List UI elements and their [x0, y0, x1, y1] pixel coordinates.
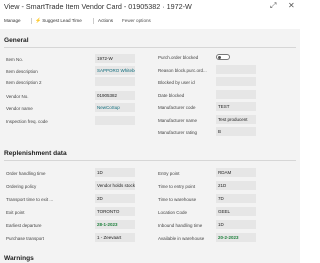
blocked-by-user-field[interactable] [216, 77, 256, 86]
earliest-departure-field[interactable]: 28-1-2023 [95, 220, 135, 229]
item-description-field[interactable]: SAPPORO Whiteboard, Swiet [95, 66, 135, 75]
reason-blocked-label: Reason block.purc.ord... [158, 68, 207, 73]
reason-blocked-field[interactable] [216, 65, 256, 74]
exit-point-label: Exit point [6, 210, 25, 215]
ordering-policy-field[interactable]: Vendor holds stock [95, 181, 135, 190]
vendor-no-field[interactable]: 01905382 [95, 91, 135, 100]
section-divider [4, 47, 296, 48]
suggest-lead-time-button[interactable]: ⚡Suggest Lead Time [35, 18, 82, 24]
page-title: View - SmartTrade Item Vendor Card - 019… [4, 2, 192, 11]
lightning-icon: ⚡ [35, 18, 42, 24]
purchase-transport-label: Purchase transport [6, 236, 45, 241]
purchase-transport-field[interactable]: 1 - Zeevaart [95, 233, 135, 242]
manufacturer-rating-label: Manufacturer rating [158, 130, 198, 135]
fewer-label: Fewer options [122, 18, 151, 23]
close-icon[interactable]: ✕ [288, 1, 295, 10]
action-divider [93, 18, 94, 24]
item-description-2-field[interactable] [95, 77, 135, 86]
order-handling-time-label: Order handling time [6, 171, 46, 176]
time-to-entry-point-label: Time to entry point [158, 184, 196, 189]
manufacturer-code-label: Manufacturer code [158, 105, 196, 110]
time-to-warehouse-label: Time to warehouse [158, 197, 197, 202]
item-description-2-label: Item description 2 [6, 80, 42, 85]
page-body: General Item No. 1972-W Item description… [0, 29, 300, 263]
inspection-freq-field[interactable] [95, 116, 135, 125]
ordering-policy-label: Ordering policy [6, 184, 37, 189]
suggest-label: Suggest Lead Time [42, 18, 82, 23]
purch-order-blocked-label: Purch.order blocked [158, 55, 199, 60]
actions-label: Actions [98, 18, 114, 23]
entry-point-label: Entry point [158, 171, 180, 176]
vendor-name-label: Vendor name [6, 106, 33, 111]
inbound-handling-time-label: Inbound handling time [158, 223, 203, 228]
section-divider [4, 160, 296, 161]
manage-label: Manage [4, 18, 21, 23]
item-no-field[interactable]: 1972-W [95, 54, 135, 63]
available-in-warehouse-field[interactable]: 20-2-2023 [216, 233, 256, 242]
action-divider [31, 18, 32, 24]
window-titlebar: View - SmartTrade Item Vendor Card - 019… [0, 0, 300, 14]
general-heading: General [4, 37, 29, 44]
time-to-entry-point-field[interactable]: 21D [216, 181, 256, 190]
available-in-warehouse-label: Available in warehouse [158, 236, 205, 241]
warnings-heading: Warnings [4, 255, 34, 262]
earliest-departure-label: Earliest departure [6, 223, 42, 228]
expand-icon[interactable]: ⤢ [270, 1, 276, 11]
manufacturer-code-field[interactable]: TEST [216, 102, 256, 111]
vendor-no-label: Vendor No. [6, 94, 29, 99]
entry-point-field[interactable]: RDAM [216, 168, 256, 177]
purch-order-blocked-toggle[interactable] [216, 54, 230, 60]
time-to-warehouse-field[interactable]: 7D [216, 194, 256, 203]
blocked-by-user-label: Blocked by user id [158, 80, 195, 85]
inspection-freq-label: Inspection freq. code [6, 119, 48, 124]
location-code-label: Location Code [158, 210, 188, 215]
transport-time-label: Transport time to exit ... [6, 197, 54, 202]
fewer-options-button[interactable]: Fewer options [122, 18, 151, 23]
replenishment-heading: Replenishment data [4, 150, 67, 157]
action-bar: Manage ⚡Suggest Lead Time Actions Fewer … [0, 15, 300, 28]
toggle-knob [218, 56, 222, 60]
item-no-label: Item No. [6, 57, 24, 62]
exit-point-field[interactable]: TORONTO [95, 207, 135, 216]
manage-menu[interactable]: Manage [4, 18, 21, 23]
manufacturer-name-field[interactable]: Test producent [216, 115, 256, 124]
date-blocked-field[interactable] [216, 90, 256, 99]
transport-time-field[interactable]: 2D [95, 194, 135, 203]
manufacturer-name-label: Manufacturer name [158, 118, 198, 123]
actions-menu[interactable]: Actions [98, 18, 113, 23]
inbound-handling-time-field[interactable]: 1D [216, 220, 256, 229]
date-blocked-label: Date blocked [158, 93, 185, 98]
order-handling-time-field[interactable]: 1D [95, 168, 135, 177]
manufacturer-rating-field[interactable]: B [216, 127, 256, 136]
location-code-field[interactable]: GEEL [216, 207, 256, 216]
vendor-name-field[interactable]: NewCoSup [95, 103, 135, 112]
item-description-label: Item description [6, 69, 38, 74]
